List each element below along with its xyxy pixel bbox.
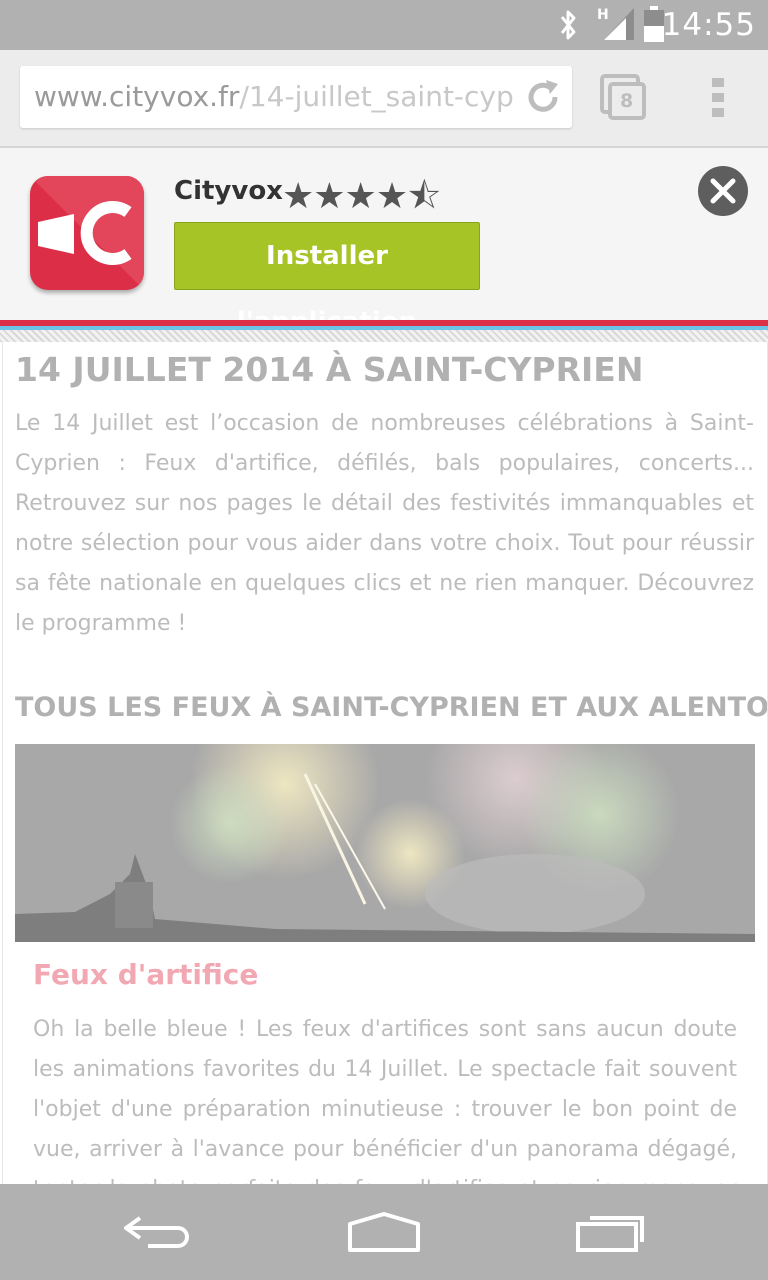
signal-icon — [604, 8, 634, 40]
app-install-banner: Cityvox ★★★★⯪ Installer l'application — [0, 148, 768, 337]
install-app-button[interactable]: Installer l'application — [174, 222, 480, 337]
app-name: Cityvox — [174, 176, 283, 206]
intro-paragraph: Le 14 Juillet est l’occasion de nombreus… — [15, 411, 754, 636]
close-icon — [710, 178, 736, 204]
browser-toolbar: www.cityvox.fr/14-juillet_saint-cypri 8 — [0, 50, 768, 148]
reload-icon[interactable] — [524, 78, 562, 116]
megaphone-logo-icon — [30, 176, 144, 290]
back-icon[interactable] — [112, 1206, 212, 1258]
fireworks-illustration — [15, 744, 755, 942]
system-nav-bar — [0, 1184, 768, 1280]
bluetooth-icon — [560, 10, 576, 40]
tabs-button[interactable]: 8 — [600, 74, 648, 122]
status-bar: H 14:55 — [0, 0, 768, 50]
hatched-divider — [0, 330, 768, 342]
app-logo — [30, 176, 144, 290]
card-text: Oh la belle bleue ! Les feux d'artifices… — [33, 1017, 737, 1184]
home-icon[interactable] — [334, 1206, 434, 1258]
fireworks-image[interactable] — [15, 744, 755, 942]
clock: 14:55 — [661, 7, 756, 43]
close-banner-button[interactable] — [698, 166, 748, 216]
url-text[interactable]: www.cityvox.fr/14-juillet_saint-cypri — [34, 80, 514, 113]
overflow-menu-icon[interactable] — [706, 76, 730, 120]
url-domain: www.cityvox.fr — [34, 80, 240, 113]
section-title: TOUS LES FEUX À SAINT-CYPRIEN ET AUX ALE… — [15, 692, 768, 723]
page-title: 14 JUILLET 2014 À SAINT-CYPRIEN — [15, 350, 644, 389]
recent-apps-icon[interactable] — [560, 1206, 660, 1258]
page-content[interactable]: 14 JUILLET 2014 À SAINT-CYPRIEN Le 14 Ju… — [2, 342, 768, 1184]
url-path: /14-juillet_saint-cypri — [239, 80, 514, 113]
tab-count: 8 — [620, 90, 634, 112]
card-title[interactable]: Feux d'artifice — [33, 958, 258, 991]
url-field[interactable]: www.cityvox.fr/14-juillet_saint-cypri — [20, 66, 572, 128]
